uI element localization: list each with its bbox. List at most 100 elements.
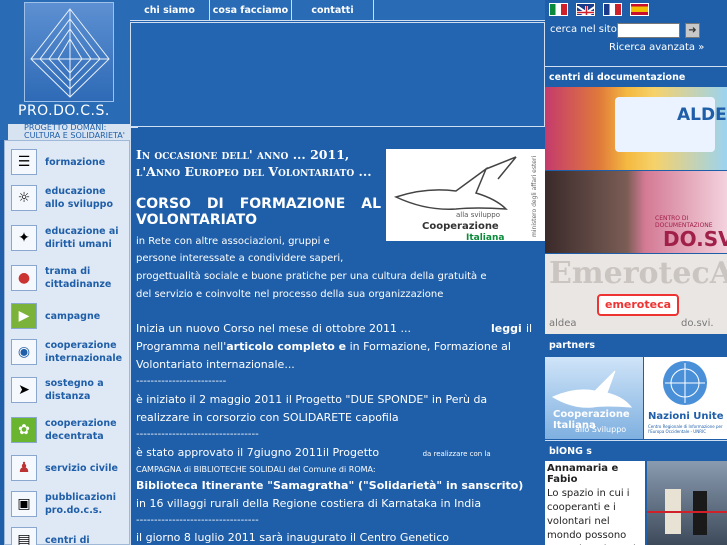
nav-item-formazione[interactable]: ☰ formazione xyxy=(5,149,129,175)
read-more-il: il xyxy=(526,322,533,335)
coop-sub-label: allo Sviluppo xyxy=(575,425,627,434)
main-content: In occasione dell' anno ... 2011, l'Anno… xyxy=(130,128,545,545)
search-button[interactable]: ➜ xyxy=(685,23,700,38)
nav-item-pubblicazioni[interactable]: ▣ pubblicazioni pro.do.c.s. xyxy=(5,491,129,517)
people-icon: ♟ xyxy=(11,455,37,481)
search-label: cerca nel sito: xyxy=(550,24,621,35)
coop-name-b: Italiana xyxy=(466,233,505,243)
books-icon: ☰ xyxy=(11,149,37,175)
nav-label: educazione allo sviluppo xyxy=(45,186,114,210)
coop-name-a: Cooperazione xyxy=(422,221,499,232)
nav-label: sostegno a distanza xyxy=(45,378,104,402)
nav-item-cooperazione-internazionale[interactable]: ◉ cooperazione internazionale xyxy=(5,339,129,365)
un-label: Nazioni Unite xyxy=(648,411,724,422)
menu-cosa-facciamo[interactable]: cosa facciamo xyxy=(210,0,292,21)
fr-flag-icon[interactable] xyxy=(603,3,622,16)
partners-heading: partners xyxy=(545,335,727,357)
due-sponde-text-2: realizzare in corsorzio con SOLIDARETE c… xyxy=(136,411,399,424)
read-more-link[interactable]: leggi xyxy=(491,322,522,336)
un-sub-label: Centro Regionale di Informazione per l'E… xyxy=(648,424,723,434)
emeroteca-big-label: EmerotecA xyxy=(549,256,727,291)
nav-item-campagne[interactable]: ▶ campagne xyxy=(5,303,129,329)
blong-photo[interactable] xyxy=(647,461,727,545)
intro-line-2: persone interessate a condividere saperi… xyxy=(136,253,344,264)
top-menu: chi siamo cosa facciamo contatti xyxy=(130,0,545,21)
biblioteca-text: Biblioteca Itinerante "Samagratha" ("Sol… xyxy=(136,479,524,492)
course-start-text: Inizia un nuovo Corso nel mese di ottobr… xyxy=(136,322,411,335)
documents-icon: ▤ xyxy=(11,527,37,545)
logo-title: PRO.DO.C.S. xyxy=(18,103,110,119)
intro-line-3: progettualità sociale e buone pratiche p… xyxy=(136,271,487,282)
nav-item-cooperazione-decentrata[interactable]: ✿ cooperazione decentrata xyxy=(5,417,129,443)
program-line: Programma nell'articolo completo e in Fo… xyxy=(136,340,511,354)
approved-small-text: da realizzare con la xyxy=(422,450,491,458)
emeroteca-banner[interactable]: EmerotecA emeroteca aldea do.svi. xyxy=(545,254,727,334)
nav-label: servizio civile xyxy=(45,462,118,474)
blong-post[interactable]: Annamaria e Fabio Lo spazio in cui i coo… xyxy=(545,461,645,545)
program-rest: in Formazione, Formazione al xyxy=(349,340,511,353)
search-input[interactable] xyxy=(617,23,680,38)
program-text: Programma nell' xyxy=(136,340,227,353)
header-banner xyxy=(130,22,545,127)
nav-item-centri[interactable]: ▤ centri di xyxy=(5,527,129,545)
nav-label: cooperazione decentrata xyxy=(45,418,117,442)
dosvi-small-label-2: do.svi. xyxy=(681,318,714,329)
coop-top-text: alla sviluppo xyxy=(456,211,500,219)
full-article-link[interactable]: articolo completo e xyxy=(226,340,346,353)
es-flag-icon[interactable] xyxy=(630,3,649,16)
en-flag-icon[interactable] xyxy=(576,3,595,16)
doc-centers-heading: centri di documentazione xyxy=(545,66,727,86)
logo-emblem xyxy=(24,2,114,102)
cooperazione-italiana-logo[interactable]: ministero degli affari esteri alla svilu… xyxy=(386,149,545,243)
nav-item-trama-cittadinanze[interactable]: ● trama di cittadinanze xyxy=(5,265,129,291)
language-selector xyxy=(549,3,649,16)
dosvi-label: DO.SVI. xyxy=(663,227,727,251)
aldea-label: ALDEA xyxy=(677,105,727,125)
advanced-search-link[interactable]: Ricerca avanzata » xyxy=(609,42,704,53)
nav-item-servizio-civile[interactable]: ♟ servizio civile xyxy=(5,455,129,481)
coop-name: Cooperazione xyxy=(422,221,499,232)
nav-label: campagne xyxy=(45,310,101,322)
nav-item-educazione-sviluppo[interactable]: ☼ educazione allo sviluppo xyxy=(5,185,129,211)
human-figure-icon: ✦ xyxy=(11,225,37,251)
partner-nazioni-unite[interactable]: Nazioni Unite Centro Regionale di Inform… xyxy=(644,357,727,439)
separator-2: ---------------------------------- xyxy=(136,429,259,440)
intro-line-4: del servizio e coinvolte nel processo de… xyxy=(136,289,444,300)
course-title: CORSO DI FORMAZIONE AL VOLONTARIATO xyxy=(136,196,381,228)
headline: In occasione dell' anno ... 2011, l'Anno… xyxy=(136,147,372,179)
nav-label: trama di cittadinanze xyxy=(45,266,112,290)
photo-ribbon xyxy=(647,511,727,513)
program-line-2: Volontariato internazionale... xyxy=(136,358,295,371)
logo-subtitle: PROGETTO DOMANI: CULTURA E SOLIDARIETA' xyxy=(8,124,138,140)
nav-item-sostegno-distanza[interactable]: ➤ sostegno a distanza xyxy=(5,377,129,403)
aldea-banner[interactable]: ALDEA xyxy=(545,87,727,170)
earth-icon: ◉ xyxy=(11,339,37,365)
due-sponde-text: è iniziato il 2 maggio 2011 il Progetto … xyxy=(136,393,488,406)
site-logo[interactable]: PRO.DO.C.S. PROGETTO DOMANI: CULTURA E S… xyxy=(0,0,138,140)
logo-subtitle-2: CULTURA E SOLIDARIETA' xyxy=(24,131,125,140)
arrow-right-icon: ➜ xyxy=(688,25,697,36)
un-emblem-icon xyxy=(663,361,707,405)
flower-icon: ✿ xyxy=(11,417,37,443)
nav-label: educazione ai diritti umani xyxy=(45,226,119,250)
nav-label: cooperazione internazionale xyxy=(45,340,123,364)
dosvi-banner[interactable]: CENTRO DI DOCUMENTAZIONE DO.SVI. xyxy=(545,171,727,253)
menu-contatti[interactable]: contatti xyxy=(292,0,374,21)
nav-item-diritti-umani[interactable]: ✦ educazione ai diritti umani xyxy=(5,225,129,251)
it-flag-icon[interactable] xyxy=(549,3,568,16)
page: PRO.DO.C.S. PROGETTO DOMANI: CULTURA E S… xyxy=(0,0,727,545)
separator-3: ---------------------------------- xyxy=(136,515,259,526)
sphere-icon: ● xyxy=(11,265,37,291)
partner-cooperazione[interactable]: Cooperazione Italiana allo Sviluppo xyxy=(545,357,643,439)
nav-label: pubblicazioni pro.do.c.s. xyxy=(45,492,117,516)
coop-side-text: ministero degli affari esteri xyxy=(531,156,538,237)
approved-project-text: è stato approvato il 7giugno 2011il Prog… xyxy=(136,446,491,461)
campaign-text: CAMPAGNA di BIBLIOTECHE SOLIDALI del Com… xyxy=(136,465,376,474)
intro-line-1: in Rete con altre associazioni, gruppi e xyxy=(136,236,330,247)
menu-chi-siamo[interactable]: chi siamo xyxy=(130,0,210,21)
approved-text: è stato approvato il 7giugno 2011il Prog… xyxy=(136,446,380,459)
globe-icon: ☼ xyxy=(11,185,37,211)
running-figure-icon: ➤ xyxy=(11,377,37,403)
blongs-heading: blONG s xyxy=(545,440,727,460)
megaphone-icon: ▶ xyxy=(11,303,37,329)
